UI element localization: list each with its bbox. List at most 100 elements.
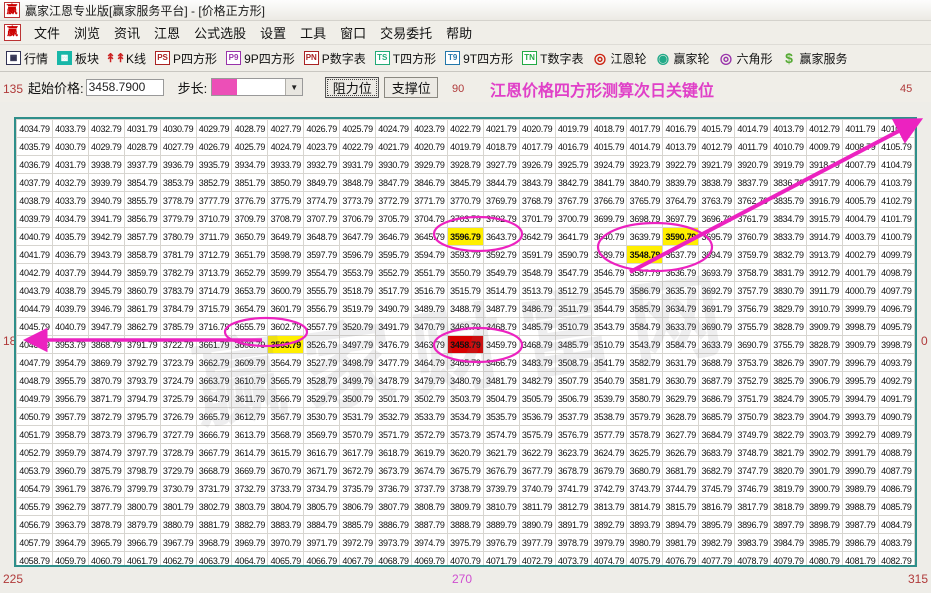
- cell[interactable]: 3973.79: [376, 534, 412, 552]
- cell[interactable]: 3512.79: [555, 282, 591, 300]
- cell[interactable]: 3839.79: [663, 174, 699, 192]
- cell[interactable]: 3873.79: [88, 426, 124, 444]
- cell-highlight-key-level[interactable]: 3596.79: [447, 228, 483, 246]
- cell[interactable]: 3570.79: [340, 426, 376, 444]
- cell[interactable]: 4050.79: [17, 408, 53, 426]
- cell[interactable]: 3726.79: [160, 408, 196, 426]
- cell[interactable]: 3518.79: [340, 282, 376, 300]
- cell[interactable]: 3491.79: [376, 318, 412, 336]
- cell[interactable]: 4028.79: [232, 120, 268, 138]
- cell[interactable]: 3652.79: [232, 264, 268, 282]
- cell[interactable]: 3905.79: [806, 390, 842, 408]
- cell[interactable]: 3893.79: [627, 516, 663, 534]
- cell[interactable]: 4015.79: [591, 138, 627, 156]
- cell[interactable]: 3792.79: [124, 354, 160, 372]
- cell[interactable]: 4032.79: [88, 120, 124, 138]
- cell[interactable]: 3936.79: [160, 156, 196, 174]
- cell[interactable]: 4010.79: [771, 138, 807, 156]
- cell[interactable]: 3540.79: [591, 372, 627, 390]
- cell-highlight-key-level[interactable]: 3548.79: [627, 246, 663, 264]
- cell[interactable]: 3701.79: [519, 210, 555, 228]
- cell[interactable]: 3538.79: [591, 408, 627, 426]
- cell[interactable]: 4090.79: [878, 408, 914, 426]
- cell[interactable]: 3757.79: [735, 282, 771, 300]
- cell[interactable]: 3543.79: [591, 318, 627, 336]
- cell[interactable]: 4023.79: [411, 120, 447, 138]
- cell[interactable]: 3571.79: [376, 426, 412, 444]
- cell[interactable]: 3882.79: [232, 516, 268, 534]
- cell[interactable]: 3953.79: [52, 336, 88, 354]
- cell[interactable]: 3655.79: [232, 318, 268, 336]
- cell[interactable]: 3924.79: [591, 156, 627, 174]
- menu-item-0[interactable]: 文件: [27, 21, 67, 44]
- start-price-input[interactable]: [86, 79, 164, 96]
- cell[interactable]: 3883.79: [268, 516, 304, 534]
- cell[interactable]: 3939.79: [88, 174, 124, 192]
- cell[interactable]: 3918.79: [806, 156, 842, 174]
- cell[interactable]: 3648.79: [304, 228, 340, 246]
- cell[interactable]: 4034.79: [52, 210, 88, 228]
- cell[interactable]: 3554.79: [304, 264, 340, 282]
- cell[interactable]: 3535.79: [483, 408, 519, 426]
- cell[interactable]: 4080.79: [806, 552, 842, 568]
- cell[interactable]: 3527.79: [304, 354, 340, 372]
- cell[interactable]: 4031.79: [124, 120, 160, 138]
- cell[interactable]: 3506.79: [555, 390, 591, 408]
- cell[interactable]: 3550.79: [447, 264, 483, 282]
- cell[interactable]: 4072.79: [519, 552, 555, 568]
- cell[interactable]: 3465.79: [447, 354, 483, 372]
- cell[interactable]: 3956.79: [52, 390, 88, 408]
- cell[interactable]: 3929.79: [411, 156, 447, 174]
- cell[interactable]: 3770.79: [447, 192, 483, 210]
- cell[interactable]: 4012.79: [699, 138, 735, 156]
- cell[interactable]: 3712.79: [196, 246, 232, 264]
- cell[interactable]: 3970.79: [268, 534, 304, 552]
- cell[interactable]: 3594.79: [411, 246, 447, 264]
- cell[interactable]: 3894.79: [663, 516, 699, 534]
- cell[interactable]: 3573.79: [447, 426, 483, 444]
- cell[interactable]: 3898.79: [806, 516, 842, 534]
- cell[interactable]: 3872.79: [88, 408, 124, 426]
- cell[interactable]: 3478.79: [376, 372, 412, 390]
- cell[interactable]: 4065.79: [268, 552, 304, 568]
- cell[interactable]: 3555.79: [304, 282, 340, 300]
- cell[interactable]: 3755.79: [771, 336, 807, 354]
- cell[interactable]: 3574.79: [483, 426, 519, 444]
- cell[interactable]: 3631.79: [663, 354, 699, 372]
- cell[interactable]: 3623.79: [555, 444, 591, 462]
- cell[interactable]: 3634.79: [663, 300, 699, 318]
- cell[interactable]: 4082.79: [878, 552, 914, 568]
- cell[interactable]: 3835.79: [771, 192, 807, 210]
- cell[interactable]: 3501.79: [376, 390, 412, 408]
- cell[interactable]: 3801.79: [160, 498, 196, 516]
- cell[interactable]: 4104.79: [878, 156, 914, 174]
- cell[interactable]: 4003.79: [842, 228, 878, 246]
- cell[interactable]: 3766.79: [591, 192, 627, 210]
- cell[interactable]: 3513.79: [519, 282, 555, 300]
- cell[interactable]: 3629.79: [663, 390, 699, 408]
- cell[interactable]: 3668.79: [196, 462, 232, 480]
- cell[interactable]: 4034.79: [17, 120, 53, 138]
- cell[interactable]: 3699.79: [591, 210, 627, 228]
- cell[interactable]: 3851.79: [232, 174, 268, 192]
- toolbar-item-5[interactable]: PNP数字表: [304, 50, 366, 67]
- menu-item-2[interactable]: 资讯: [107, 21, 147, 44]
- cell[interactable]: 3850.79: [268, 174, 304, 192]
- cell[interactable]: 3958.79: [52, 426, 88, 444]
- cell[interactable]: 4029.79: [196, 120, 232, 138]
- cell[interactable]: 3500.79: [340, 390, 376, 408]
- cell[interactable]: 4040.79: [17, 228, 53, 246]
- cell[interactable]: 4037.79: [52, 264, 88, 282]
- cell[interactable]: 3601.79: [268, 300, 304, 318]
- cell[interactable]: 3740.79: [519, 480, 555, 498]
- cell[interactable]: 3617.79: [340, 444, 376, 462]
- cell[interactable]: 3820.79: [771, 462, 807, 480]
- cell[interactable]: 3724.79: [160, 372, 196, 390]
- toolbar-item-10[interactable]: ◉赢家轮: [655, 50, 709, 67]
- cell[interactable]: 3858.79: [124, 246, 160, 264]
- cell[interactable]: 3742.79: [591, 480, 627, 498]
- cell[interactable]: 4006.79: [842, 174, 878, 192]
- cell[interactable]: 3690.79: [735, 336, 771, 354]
- cell[interactable]: 3565.79: [268, 372, 304, 390]
- cell[interactable]: 4033.79: [52, 120, 88, 138]
